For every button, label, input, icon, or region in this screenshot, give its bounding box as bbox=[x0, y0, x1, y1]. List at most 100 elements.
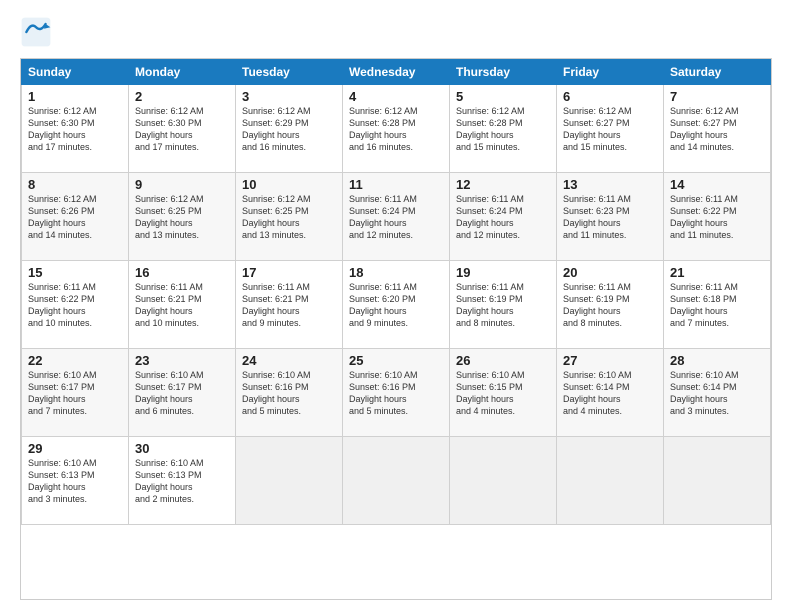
calendar-cell bbox=[450, 437, 557, 525]
day-number: 22 bbox=[28, 353, 122, 368]
weekday-header: Friday bbox=[557, 60, 664, 85]
day-info: Sunrise: 6:12 AM Sunset: 6:26 PM Dayligh… bbox=[28, 193, 122, 242]
day-info: Sunrise: 6:10 AM Sunset: 6:14 PM Dayligh… bbox=[563, 369, 657, 418]
day-number: 7 bbox=[670, 89, 764, 104]
day-info: Sunrise: 6:10 AM Sunset: 6:17 PM Dayligh… bbox=[28, 369, 122, 418]
calendar-cell: 22 Sunrise: 6:10 AM Sunset: 6:17 PM Dayl… bbox=[22, 349, 129, 437]
day-number: 18 bbox=[349, 265, 443, 280]
calendar-cell: 3 Sunrise: 6:12 AM Sunset: 6:29 PM Dayli… bbox=[236, 85, 343, 173]
calendar-cell: 10 Sunrise: 6:12 AM Sunset: 6:25 PM Dayl… bbox=[236, 173, 343, 261]
calendar-cell: 29 Sunrise: 6:10 AM Sunset: 6:13 PM Dayl… bbox=[22, 437, 129, 525]
calendar-cell bbox=[236, 437, 343, 525]
day-number: 17 bbox=[242, 265, 336, 280]
weekday-header: Saturday bbox=[664, 60, 771, 85]
calendar-cell: 24 Sunrise: 6:10 AM Sunset: 6:16 PM Dayl… bbox=[236, 349, 343, 437]
day-number: 27 bbox=[563, 353, 657, 368]
calendar-cell: 16 Sunrise: 6:11 AM Sunset: 6:21 PM Dayl… bbox=[129, 261, 236, 349]
day-number: 8 bbox=[28, 177, 122, 192]
calendar-cell: 7 Sunrise: 6:12 AM Sunset: 6:27 PM Dayli… bbox=[664, 85, 771, 173]
calendar-cell: 27 Sunrise: 6:10 AM Sunset: 6:14 PM Dayl… bbox=[557, 349, 664, 437]
day-number: 4 bbox=[349, 89, 443, 104]
day-info: Sunrise: 6:10 AM Sunset: 6:16 PM Dayligh… bbox=[242, 369, 336, 418]
weekday-header: Monday bbox=[129, 60, 236, 85]
day-number: 19 bbox=[456, 265, 550, 280]
day-number: 2 bbox=[135, 89, 229, 104]
day-number: 30 bbox=[135, 441, 229, 456]
day-info: Sunrise: 6:10 AM Sunset: 6:15 PM Dayligh… bbox=[456, 369, 550, 418]
day-number: 29 bbox=[28, 441, 122, 456]
calendar-week-row: 1 Sunrise: 6:12 AM Sunset: 6:30 PM Dayli… bbox=[22, 85, 771, 173]
day-info: Sunrise: 6:11 AM Sunset: 6:20 PM Dayligh… bbox=[349, 281, 443, 330]
page: SundayMondayTuesdayWednesdayThursdayFrid… bbox=[0, 0, 792, 612]
day-info: Sunrise: 6:11 AM Sunset: 6:21 PM Dayligh… bbox=[135, 281, 229, 330]
weekday-header: Tuesday bbox=[236, 60, 343, 85]
day-info: Sunrise: 6:10 AM Sunset: 6:13 PM Dayligh… bbox=[28, 457, 122, 506]
calendar-cell: 8 Sunrise: 6:12 AM Sunset: 6:26 PM Dayli… bbox=[22, 173, 129, 261]
day-number: 25 bbox=[349, 353, 443, 368]
day-info: Sunrise: 6:11 AM Sunset: 6:21 PM Dayligh… bbox=[242, 281, 336, 330]
calendar-cell: 1 Sunrise: 6:12 AM Sunset: 6:30 PM Dayli… bbox=[22, 85, 129, 173]
calendar-cell: 18 Sunrise: 6:11 AM Sunset: 6:20 PM Dayl… bbox=[343, 261, 450, 349]
calendar-cell: 5 Sunrise: 6:12 AM Sunset: 6:28 PM Dayli… bbox=[450, 85, 557, 173]
day-info: Sunrise: 6:12 AM Sunset: 6:25 PM Dayligh… bbox=[135, 193, 229, 242]
calendar-week-row: 29 Sunrise: 6:10 AM Sunset: 6:13 PM Dayl… bbox=[22, 437, 771, 525]
calendar-cell bbox=[343, 437, 450, 525]
calendar-week-row: 22 Sunrise: 6:10 AM Sunset: 6:17 PM Dayl… bbox=[22, 349, 771, 437]
day-number: 6 bbox=[563, 89, 657, 104]
day-number: 16 bbox=[135, 265, 229, 280]
day-info: Sunrise: 6:11 AM Sunset: 6:22 PM Dayligh… bbox=[670, 193, 764, 242]
calendar-cell: 9 Sunrise: 6:12 AM Sunset: 6:25 PM Dayli… bbox=[129, 173, 236, 261]
calendar-cell: 17 Sunrise: 6:11 AM Sunset: 6:21 PM Dayl… bbox=[236, 261, 343, 349]
calendar-cell: 28 Sunrise: 6:10 AM Sunset: 6:14 PM Dayl… bbox=[664, 349, 771, 437]
calendar-week-row: 8 Sunrise: 6:12 AM Sunset: 6:26 PM Dayli… bbox=[22, 173, 771, 261]
calendar-week-row: 15 Sunrise: 6:11 AM Sunset: 6:22 PM Dayl… bbox=[22, 261, 771, 349]
day-info: Sunrise: 6:11 AM Sunset: 6:19 PM Dayligh… bbox=[563, 281, 657, 330]
day-number: 14 bbox=[670, 177, 764, 192]
day-info: Sunrise: 6:11 AM Sunset: 6:23 PM Dayligh… bbox=[563, 193, 657, 242]
day-info: Sunrise: 6:12 AM Sunset: 6:27 PM Dayligh… bbox=[563, 105, 657, 154]
calendar-cell bbox=[664, 437, 771, 525]
day-number: 13 bbox=[563, 177, 657, 192]
day-info: Sunrise: 6:11 AM Sunset: 6:24 PM Dayligh… bbox=[456, 193, 550, 242]
calendar: SundayMondayTuesdayWednesdayThursdayFrid… bbox=[20, 58, 772, 600]
day-info: Sunrise: 6:11 AM Sunset: 6:18 PM Dayligh… bbox=[670, 281, 764, 330]
day-info: Sunrise: 6:12 AM Sunset: 6:30 PM Dayligh… bbox=[135, 105, 229, 154]
weekday-header: Thursday bbox=[450, 60, 557, 85]
calendar-cell: 6 Sunrise: 6:12 AM Sunset: 6:27 PM Dayli… bbox=[557, 85, 664, 173]
calendar-cell bbox=[557, 437, 664, 525]
weekday-header: Sunday bbox=[22, 60, 129, 85]
day-info: Sunrise: 6:12 AM Sunset: 6:28 PM Dayligh… bbox=[456, 105, 550, 154]
day-info: Sunrise: 6:10 AM Sunset: 6:14 PM Dayligh… bbox=[670, 369, 764, 418]
day-number: 23 bbox=[135, 353, 229, 368]
day-info: Sunrise: 6:11 AM Sunset: 6:22 PM Dayligh… bbox=[28, 281, 122, 330]
day-info: Sunrise: 6:10 AM Sunset: 6:16 PM Dayligh… bbox=[349, 369, 443, 418]
day-info: Sunrise: 6:12 AM Sunset: 6:25 PM Dayligh… bbox=[242, 193, 336, 242]
calendar-cell: 30 Sunrise: 6:10 AM Sunset: 6:13 PM Dayl… bbox=[129, 437, 236, 525]
day-info: Sunrise: 6:10 AM Sunset: 6:13 PM Dayligh… bbox=[135, 457, 229, 506]
calendar-cell: 2 Sunrise: 6:12 AM Sunset: 6:30 PM Dayli… bbox=[129, 85, 236, 173]
day-info: Sunrise: 6:12 AM Sunset: 6:29 PM Dayligh… bbox=[242, 105, 336, 154]
calendar-cell: 4 Sunrise: 6:12 AM Sunset: 6:28 PM Dayli… bbox=[343, 85, 450, 173]
calendar-cell: 26 Sunrise: 6:10 AM Sunset: 6:15 PM Dayl… bbox=[450, 349, 557, 437]
calendar-cell: 20 Sunrise: 6:11 AM Sunset: 6:19 PM Dayl… bbox=[557, 261, 664, 349]
day-info: Sunrise: 6:11 AM Sunset: 6:24 PM Dayligh… bbox=[349, 193, 443, 242]
day-number: 20 bbox=[563, 265, 657, 280]
calendar-cell: 25 Sunrise: 6:10 AM Sunset: 6:16 PM Dayl… bbox=[343, 349, 450, 437]
day-info: Sunrise: 6:12 AM Sunset: 6:27 PM Dayligh… bbox=[670, 105, 764, 154]
day-number: 5 bbox=[456, 89, 550, 104]
calendar-cell: 14 Sunrise: 6:11 AM Sunset: 6:22 PM Dayl… bbox=[664, 173, 771, 261]
day-number: 21 bbox=[670, 265, 764, 280]
day-info: Sunrise: 6:11 AM Sunset: 6:19 PM Dayligh… bbox=[456, 281, 550, 330]
logo bbox=[20, 16, 58, 48]
day-number: 15 bbox=[28, 265, 122, 280]
day-number: 3 bbox=[242, 89, 336, 104]
day-info: Sunrise: 6:10 AM Sunset: 6:17 PM Dayligh… bbox=[135, 369, 229, 418]
day-number: 1 bbox=[28, 89, 122, 104]
day-number: 26 bbox=[456, 353, 550, 368]
day-number: 11 bbox=[349, 177, 443, 192]
weekday-header: Wednesday bbox=[343, 60, 450, 85]
calendar-cell: 11 Sunrise: 6:11 AM Sunset: 6:24 PM Dayl… bbox=[343, 173, 450, 261]
calendar-cell: 21 Sunrise: 6:11 AM Sunset: 6:18 PM Dayl… bbox=[664, 261, 771, 349]
day-number: 10 bbox=[242, 177, 336, 192]
day-number: 28 bbox=[670, 353, 764, 368]
